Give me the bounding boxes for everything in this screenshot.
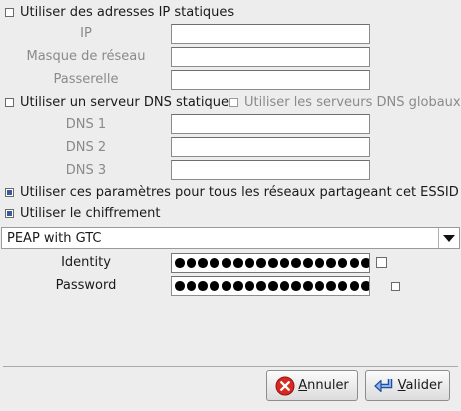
- mask-dot: [326, 281, 336, 291]
- chevron-down-icon: [443, 234, 455, 242]
- ok-button[interactable]: Valider: [365, 370, 450, 401]
- identity-input[interactable]: [171, 253, 370, 273]
- mask-dot: [291, 281, 301, 291]
- mask-dot: [337, 281, 348, 291]
- encryption-method-value: PEAP with GTC: [7, 230, 102, 246]
- dns3-label: DNS 3: [65, 163, 107, 178]
- global-dns-label: Utiliser les serveurs DNS globaux: [244, 94, 461, 110]
- mask-dot: [349, 281, 360, 291]
- password-input[interactable]: [171, 276, 370, 296]
- mask-dot: [233, 281, 243, 291]
- cancel-icon: [275, 376, 295, 396]
- mask-dot: [279, 281, 290, 291]
- netmask-input[interactable]: [171, 47, 370, 67]
- mask-dot: [221, 281, 232, 291]
- static-dns-checkbox[interactable]: Utiliser un serveur DNS statique: [5, 92, 229, 112]
- static-ip-label: Utiliser des adresses IP statiques: [20, 4, 235, 20]
- encryption-label: Utiliser le chiffrement: [20, 205, 161, 221]
- enter-arrow-icon: [373, 377, 395, 395]
- show-password-checkbox[interactable]: [391, 282, 401, 291]
- mask-dot: [233, 258, 243, 268]
- mask-dot: [279, 258, 290, 268]
- shared-essid-checkbox[interactable]: Utiliser ces paramètres pour tous les ré…: [5, 182, 459, 202]
- dns3-input[interactable]: [171, 160, 370, 180]
- cancel-mnemonic: A: [298, 378, 308, 393]
- shared-essid-label: Utiliser ces paramètres pour tous les ré…: [20, 184, 459, 200]
- dns1-input[interactable]: [171, 114, 370, 134]
- mask-dot: [291, 258, 301, 268]
- mask-dot: [209, 281, 220, 291]
- gateway-label: Passerelle: [53, 72, 119, 87]
- mask-dot: [256, 258, 266, 268]
- cancel-button[interactable]: Annuler: [266, 370, 358, 401]
- mask-dot: [303, 281, 313, 291]
- static-dns-label: Utiliser un serveur DNS statique: [20, 94, 229, 110]
- cancel-label-rest: nnuler: [307, 378, 349, 393]
- mask-dot: [361, 258, 369, 268]
- mask-dot: [175, 258, 185, 268]
- mask-dot: [221, 258, 232, 268]
- static-dns-checkbox-box[interactable]: [5, 97, 14, 107]
- static-ip-checkbox[interactable]: Utiliser des adresses IP statiques: [5, 2, 234, 22]
- mask-dot: [303, 258, 313, 268]
- mask-dot: [198, 281, 208, 291]
- separator: [3, 366, 458, 367]
- identity-label: Identity: [61, 255, 111, 270]
- mask-dot: [186, 281, 197, 291]
- show-identity-checkbox[interactable]: [376, 257, 387, 268]
- ok-mnemonic: V: [397, 378, 406, 393]
- cancel-label: Annuler: [298, 378, 349, 393]
- ip-label: IP: [80, 26, 92, 41]
- shared-essid-checkbox-box[interactable]: [5, 187, 14, 197]
- encryption-checkbox-box[interactable]: [5, 208, 14, 218]
- mask-dot: [175, 281, 185, 291]
- ok-label-rest: alider: [405, 378, 443, 393]
- gateway-input[interactable]: [171, 70, 370, 90]
- encryption-checkbox[interactable]: Utiliser le chiffrement: [5, 203, 160, 223]
- dns2-input[interactable]: [171, 137, 370, 157]
- ok-label: Valider: [398, 378, 443, 393]
- password-label: Password: [55, 278, 117, 293]
- mask-dot: [268, 281, 278, 291]
- static-ip-checkbox-box[interactable]: [5, 7, 14, 17]
- mask-dot: [268, 258, 278, 268]
- ip-input[interactable]: [171, 24, 370, 44]
- mask-dot: [337, 258, 348, 268]
- netmask-label: Masque de réseau: [26, 49, 146, 64]
- mask-dot: [314, 281, 325, 291]
- global-dns-checkbox-box[interactable]: [229, 97, 238, 107]
- mask-dot: [186, 258, 197, 268]
- mask-dot: [349, 258, 360, 268]
- mask-dot: [326, 258, 336, 268]
- dns1-label: DNS 1: [65, 117, 107, 132]
- global-dns-checkbox[interactable]: Utiliser les serveurs DNS globaux: [229, 92, 461, 112]
- mask-dot: [361, 281, 369, 291]
- dns2-label: DNS 2: [65, 140, 107, 155]
- mask-dot: [256, 281, 266, 291]
- mask-dot: [244, 281, 255, 291]
- mask-dot: [198, 258, 208, 268]
- mask-dot: [244, 258, 255, 268]
- dropdown-arrow-button[interactable]: [438, 228, 459, 248]
- encryption-method-dropdown[interactable]: PEAP with GTC: [1, 227, 460, 249]
- mask-dot: [209, 258, 220, 268]
- mask-dot: [314, 258, 325, 268]
